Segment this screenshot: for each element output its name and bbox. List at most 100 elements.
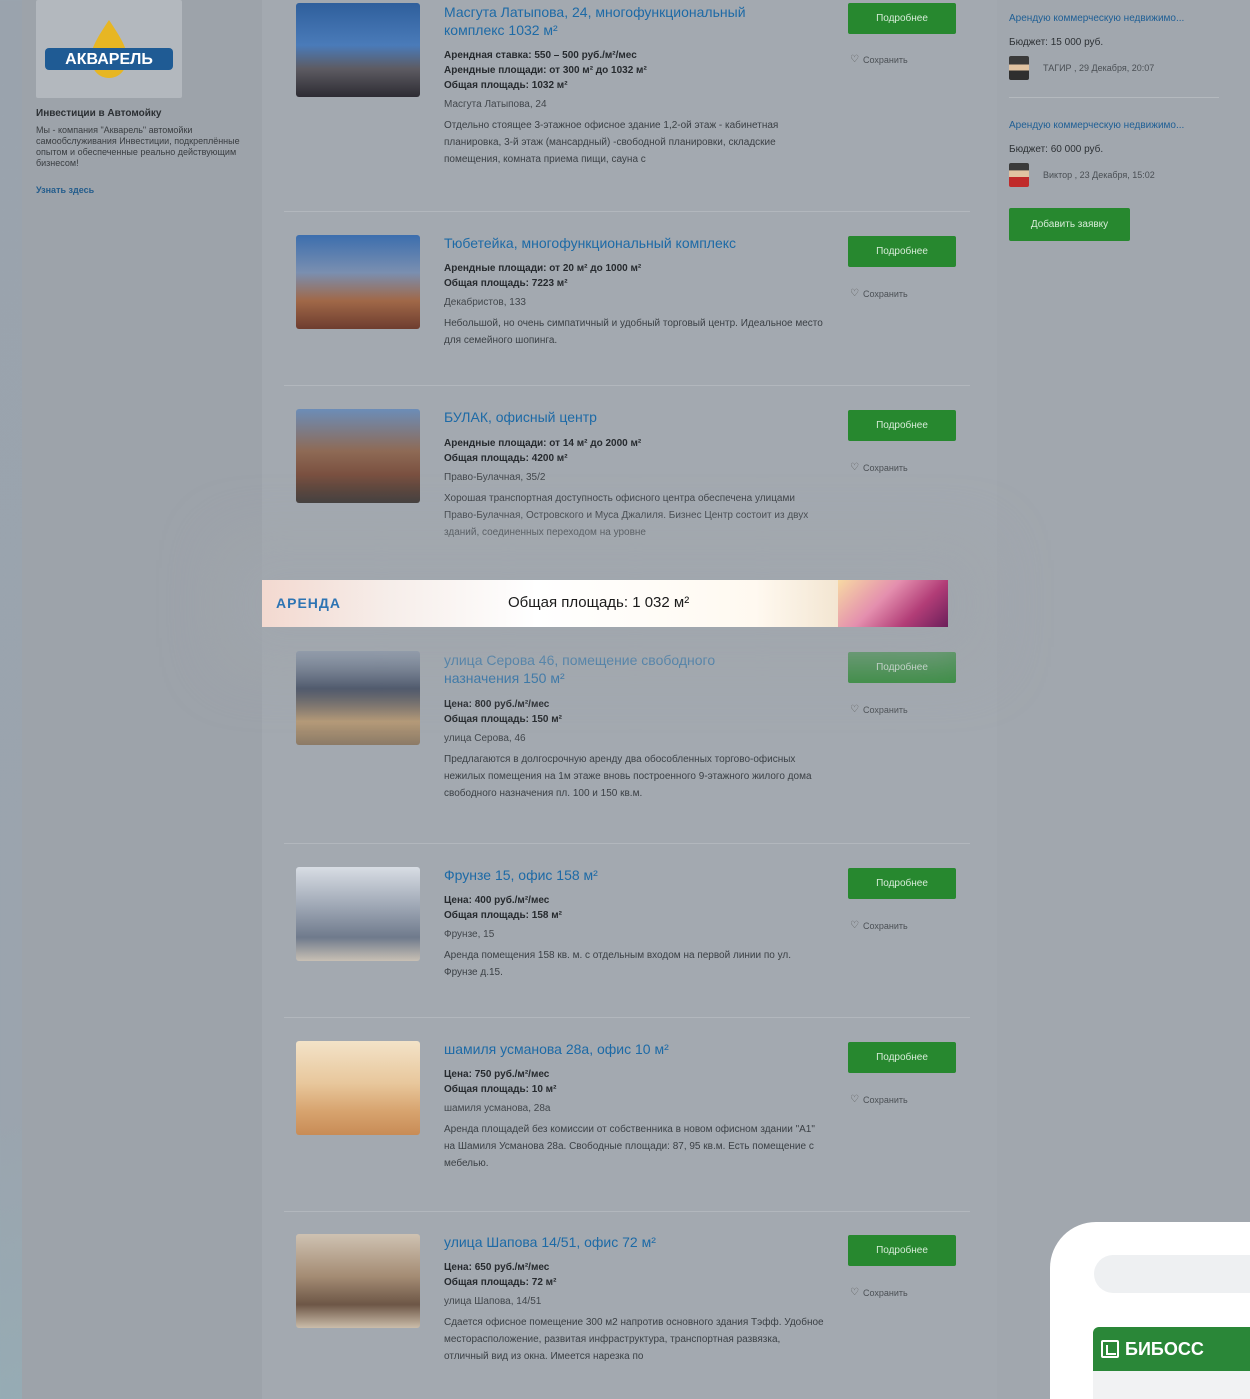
save-link[interactable]: ♡ Сохранить [850, 54, 908, 65]
listing-fact: Арендная ставка: 550 – 500 руб./м²/мес [444, 50, 637, 61]
request-title[interactable]: Арендую коммерческую недвижимо... [1009, 13, 1184, 24]
akvarel-ad-logo[interactable]: АКВАРЕЛЬ [36, 0, 182, 98]
save-link[interactable]: ♡ Сохранить [850, 920, 908, 931]
save-link[interactable]: ♡ Сохранить [850, 704, 908, 715]
avatar [1009, 163, 1029, 187]
listing-fact: Общая площадь: 4200 м² [444, 453, 568, 464]
save-link[interactable]: ♡ Сохранить [850, 288, 908, 299]
listing-fact: Общая площадь: 1032 м² [444, 80, 568, 91]
listing-fact: Общая площадь: 72 м² [444, 1277, 557, 1288]
listing-description: Сдается офисное помещение 300 м2 напроти… [444, 1317, 824, 1362]
add-request-button[interactable]: Добавить заявку [1009, 208, 1130, 241]
listing-fact: Цена: 650 руб./м²/мес [444, 1262, 550, 1273]
details-button[interactable]: Подробнее [848, 652, 956, 683]
listing-fact: Общая площадь: 10 м² [444, 1084, 557, 1095]
heart-icon: ♡ [850, 54, 859, 65]
promo-text: Мы - компания "Акварель" автомойки самоо… [36, 125, 240, 168]
save-link[interactable]: ♡ Сохранить [850, 1094, 908, 1105]
listing-photo[interactable] [296, 867, 420, 961]
listing-title[interactable]: шамиля усманова 28а, офис 10 м² [444, 1040, 794, 1058]
listing-address: Декабристов, 133 [444, 297, 526, 308]
listing-title[interactable]: Масгута Латыпова, 24, многофункциональны… [444, 3, 794, 39]
details-button[interactable]: Подробнее [848, 410, 956, 441]
listing-address: Фрунзе, 15 [444, 929, 495, 940]
listing-photo[interactable] [296, 409, 420, 503]
logo-text: АКВАРЕЛЬ [65, 51, 153, 68]
request-author-date: Виктор , 23 Декабря, 15:02 [1043, 170, 1155, 180]
save-label: Сохранить [862, 704, 908, 715]
listing-fact: Цена: 400 руб./м²/мес [444, 895, 550, 906]
promo-link[interactable]: Узнать здесь [36, 185, 94, 195]
request-budget: Бюджет: 60 000 руб. [1009, 144, 1104, 155]
heart-icon: ♡ [850, 1287, 859, 1298]
phone-brand-name: БИБОСС [1125, 1338, 1204, 1359]
details-button[interactable]: Подробнее [848, 1042, 956, 1073]
listing-title[interactable]: улица Шапова 14/51, офис 72 м² [444, 1233, 794, 1251]
details-button[interactable]: Подробнее [848, 3, 956, 34]
phone-search-bar[interactable] [1094, 1255, 1250, 1293]
save-label: Сохранить [862, 1094, 908, 1105]
left-sidebar: АКВАРЕЛЬ Инвестиции в Автомойку Мы - ком… [22, 0, 262, 1399]
akvarel-logo-icon: АКВАРЕЛЬ [45, 20, 173, 78]
listing-fact: Общая площадь: 150 м² [444, 714, 562, 725]
listing-title[interactable]: БУЛАК, офисный центр [444, 408, 794, 426]
listing-description: Аренда площадей без комиссии от собствен… [444, 1124, 815, 1169]
listing-title[interactable]: улица Серова 46, помещение свободного на… [444, 651, 794, 687]
request-meta: Виктор , 23 Декабря, 15:02 [1009, 163, 1227, 187]
listing-photo[interactable] [296, 651, 420, 745]
listing-photo[interactable] [296, 235, 420, 329]
listing-description: Хорошая транспортная доступность офисног… [444, 493, 809, 538]
listing-photo[interactable] [296, 3, 420, 97]
listing-item: БУЛАК, офисный центр Арендные площади: о… [284, 386, 970, 580]
avatar [1009, 56, 1029, 80]
request-item: Арендую коммерческую недвижимо... Бюджет… [1009, 8, 1227, 80]
listing-description: Аренда помещения 158 кв. м. с отдельным … [444, 950, 792, 978]
listing-item: Масгута Латыпова, 24, многофункциональны… [284, 0, 970, 212]
request-title[interactable]: Арендую коммерческую недвижимо... [1009, 120, 1184, 131]
biboss-logo-icon [1101, 1340, 1119, 1358]
heart-icon: ♡ [850, 704, 859, 715]
page: АКВАРЕЛЬ Инвестиции в Автомойку Мы - ком… [22, 0, 1250, 1399]
save-label: Сохранить [862, 288, 908, 299]
listing-photo[interactable] [296, 1041, 420, 1135]
banner-illustration [838, 580, 948, 627]
listing-item: Фрунзе 15, офис 158 м² Цена: 400 руб./м²… [284, 844, 970, 1018]
phone-mockup: БИБОСС [1050, 1222, 1250, 1399]
listing-fact: Арендные площади: от 300 м² до 1032 м² [444, 65, 647, 76]
listing-item: улица Шапова 14/51, офис 72 м² Цена: 650… [284, 1212, 970, 1399]
details-button[interactable]: Подробнее [848, 236, 956, 267]
listing-title[interactable]: Фрунзе 15, офис 158 м² [444, 866, 794, 884]
listings-column: Масгута Латыпова, 24, многофункциональны… [262, 0, 997, 1399]
divider [1009, 97, 1219, 98]
listing-address: шамиля усманова, 28а [444, 1103, 551, 1114]
save-link[interactable]: ♡ Сохранить [850, 462, 908, 473]
listing-address: улица Серова, 46 [444, 733, 526, 744]
listing-address: улица Шапова, 14/51 [444, 1296, 542, 1307]
details-button[interactable]: Подробнее [848, 868, 956, 899]
phone-content [1093, 1371, 1250, 1399]
promo-title: Инвестиции в Автомойку [36, 108, 162, 119]
rent-banner[interactable]: АРЕНДА Общая площадь: 1 032 м² [262, 580, 948, 627]
listing-photo[interactable] [296, 1234, 420, 1328]
heart-icon: ♡ [850, 1094, 859, 1105]
save-label: Сохранить [862, 462, 908, 473]
listing-fact: Арендные площади: от 20 м² до 1000 м² [444, 263, 642, 274]
request-author-date: ТАГИР , 29 Декабря, 20:07 [1043, 63, 1155, 73]
banner-text: Общая площадь: 1 032 м² [508, 594, 690, 611]
listing-description: Небольшой, но очень симпатичный и удобны… [444, 318, 823, 346]
heart-icon: ♡ [850, 920, 859, 931]
request-meta: ТАГИР , 29 Декабря, 20:07 [1009, 56, 1227, 80]
listing-title[interactable]: Тюбетейка, многофункциональный комплекс [444, 234, 794, 252]
listing-item: Тюбетейка, многофункциональный комплекс … [284, 212, 970, 386]
save-label: Сохранить [862, 54, 908, 65]
listing-item: улица Серова 46, помещение свободного на… [284, 628, 970, 844]
listing-fact: Арендные площади: от 14 м² до 2000 м² [444, 438, 642, 449]
listing-item: шамиля усманова 28а, офис 10 м² Цена: 75… [284, 1018, 970, 1212]
listing-address: Масгута Латыпова, 24 [444, 99, 547, 110]
save-label: Сохранить [862, 1287, 908, 1298]
details-button[interactable]: Подробнее [848, 1235, 956, 1266]
banner-tag: АРЕНДА [276, 595, 341, 611]
listing-fact: Общая площадь: 158 м² [444, 910, 562, 921]
listing-fact: Общая площадь: 7223 м² [444, 278, 568, 289]
save-link[interactable]: ♡ Сохранить [850, 1287, 908, 1298]
